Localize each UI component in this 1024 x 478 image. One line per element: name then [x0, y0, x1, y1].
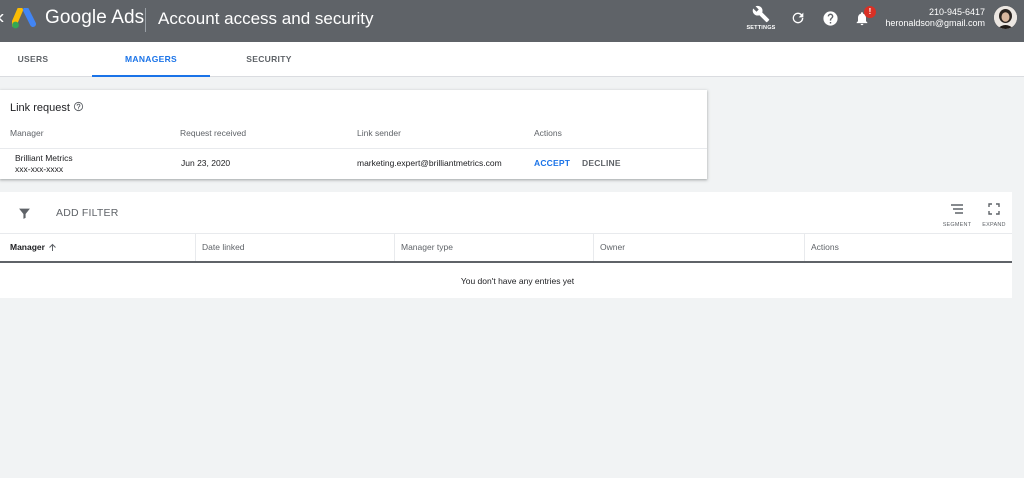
top-app-bar: Google Ads Account access and security S… [0, 0, 1024, 42]
expand-icon [988, 203, 1000, 215]
page-title: Account access and security [158, 9, 374, 28]
segment-button[interactable]: SEGMENT [940, 202, 974, 228]
avatar[interactable] [994, 6, 1017, 29]
help-icon[interactable] [822, 10, 839, 27]
decline-button[interactable]: DECLINE [582, 158, 621, 168]
notification-badge: ! [864, 6, 876, 18]
help-outline-icon[interactable] [73, 101, 84, 112]
column-header-manager-type[interactable]: Manager type [395, 234, 594, 261]
column-header-link-sender: Link sender [357, 128, 401, 138]
link-sender-email: marketing.expert@brilliantmetrics.com [357, 158, 502, 168]
empty-table-message: You don't have any entries yet [460, 276, 575, 286]
tab-bar: USERS MANAGERS SECURITY [0, 42, 1024, 77]
tab-security[interactable]: SECURITY [210, 42, 328, 77]
accept-button[interactable]: ACCEPT [534, 158, 570, 168]
settings-label: SETTINGS [746, 25, 776, 31]
title-divider [145, 8, 146, 32]
account-switcher[interactable]: 210-945-6417 heronaldson@gmail.com [885, 7, 985, 29]
refresh-icon[interactable] [790, 10, 806, 26]
column-header-date-linked[interactable]: Date linked [196, 234, 395, 261]
link-request-title: Link request [10, 102, 70, 114]
filter-icon[interactable] [18, 207, 31, 220]
google-ads-logo-icon[interactable] [12, 8, 38, 30]
column-header-owner[interactable]: Owner [594, 234, 805, 261]
account-email: heronaldson@gmail.com [885, 18, 985, 28]
segment-icon [951, 204, 963, 214]
add-filter-button[interactable]: ADD FILTER [56, 207, 118, 219]
column-header-request-received: Request received [180, 128, 247, 138]
back-arrow-icon[interactable] [0, 14, 4, 22]
request-received-date: Jun 23, 2020 [181, 158, 231, 168]
header-divider [0, 148, 707, 149]
sort-arrow-up-icon [49, 244, 56, 252]
brand-name: Google Ads [45, 7, 145, 28]
column-header-manager: Manager [10, 128, 44, 138]
tab-users[interactable]: USERS [0, 42, 66, 77]
segment-label: SEGMENT [942, 222, 972, 228]
expand-button[interactable]: EXPAND [978, 202, 1010, 228]
column-header-actions: Actions [811, 242, 839, 252]
column-header-manager-sortable[interactable]: Manager [0, 234, 196, 261]
user-photo-icon [994, 6, 1017, 29]
column-header-actions: Actions [534, 128, 562, 138]
link-request-card: Link request Manager Request received Li… [0, 90, 707, 179]
table-header: Manager Date linked Manager type Owner A… [0, 234, 1012, 263]
wrench-icon [752, 5, 770, 23]
managers-table-panel: ADD FILTER SEGMENT EXPAND Manager Date l… [0, 192, 1012, 298]
settings-button[interactable]: SETTINGS [744, 5, 778, 37]
manager-id: xxx-xxx-xxxx [15, 164, 64, 174]
tab-managers[interactable]: MANAGERS [92, 42, 210, 77]
account-phone: 210-945-6417 [928, 7, 985, 17]
manager-name: Brilliant Metrics [15, 153, 73, 163]
column-header-manager-label: Manager [10, 242, 45, 252]
expand-label: EXPAND [982, 222, 1006, 228]
